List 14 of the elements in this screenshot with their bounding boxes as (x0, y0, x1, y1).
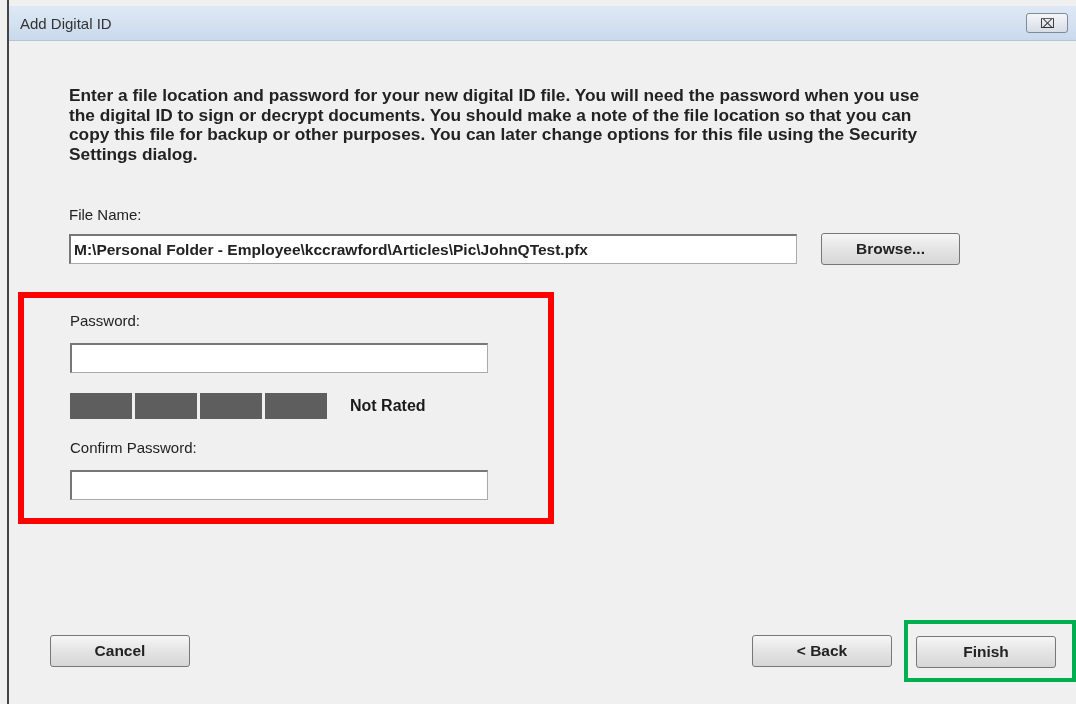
close-button[interactable]: ⌧ (1026, 13, 1068, 33)
window-title: Add Digital ID (20, 14, 112, 32)
dialog-button[interactable]: < Back (752, 635, 892, 667)
password-field[interactable] (70, 343, 488, 373)
file-name-field[interactable]: M:\Personal Folder - Employee\kccrawford\Articles\Pic\JohnQTest.pfx (69, 234, 797, 264)
confirm-password-field[interactable] (70, 470, 488, 500)
file-name-label: File Name: (69, 206, 143, 223)
strength-rating: Not Rated (350, 397, 426, 415)
password-label: Password: (70, 312, 142, 329)
browse-button[interactable]: Browse... (821, 233, 960, 265)
dialog-button[interactable]: Finish (916, 636, 1056, 668)
confirm-password-label: Confirm Password: (70, 439, 198, 456)
dialog-button[interactable]: Cancel (50, 635, 190, 667)
instructions-text: Enter a file location and password for your new digital ID file. You will need the password when you use the digital ID to sign or decrypt documents. You should make a note of the file location so that you can copy this file for backup or other purposes. You can later change options for this file using the Security Settings dialog. (69, 86, 921, 164)
